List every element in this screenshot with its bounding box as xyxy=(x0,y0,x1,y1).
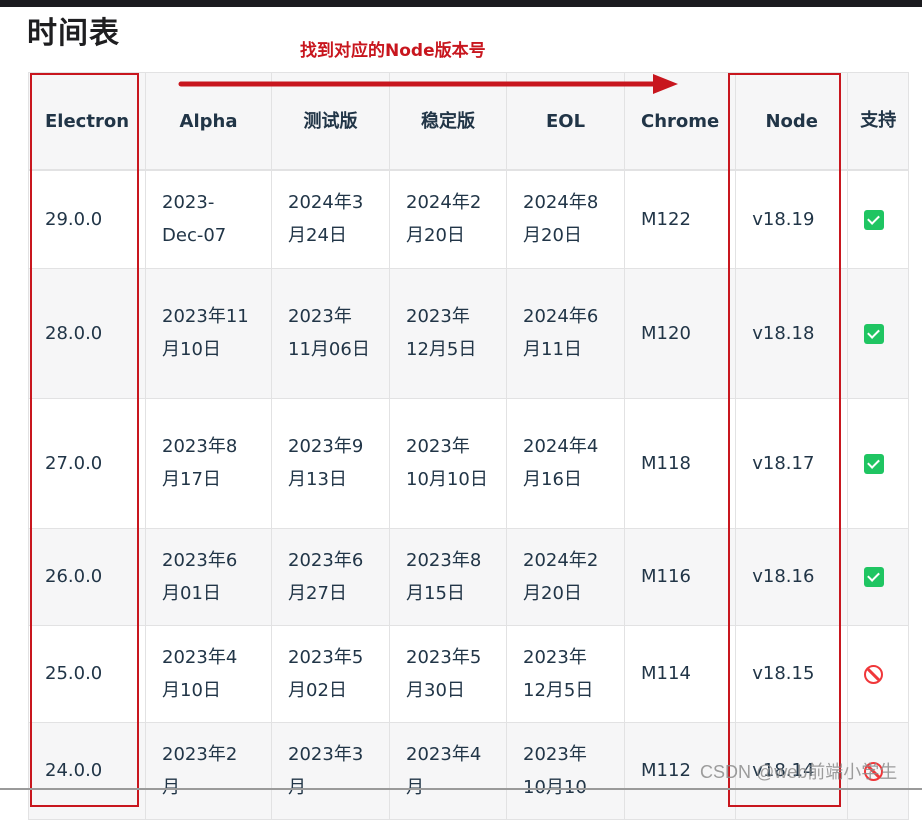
release-timeline-table: Electron Alpha 测试版 稳定版 EOL Chrome Node 支… xyxy=(27,72,910,820)
cell-eol: 2024年6月11日 xyxy=(506,267,626,399)
cell-chrome: M118 xyxy=(624,397,737,529)
cell-electron: 24.0.0 xyxy=(27,721,147,820)
cell-support xyxy=(847,397,910,529)
cell-node: v18.18 xyxy=(735,267,849,399)
cell-alpha: 2023年8月17日 xyxy=(145,397,273,529)
cell-support xyxy=(847,169,910,269)
cell-eol: 2024年8月20日 xyxy=(506,169,626,269)
cell-stable: 2023年5月30日 xyxy=(389,624,508,723)
cell-alpha: 2023-Dec-07 xyxy=(145,169,273,269)
header-node: Node xyxy=(735,72,849,171)
cell-alpha: 2023年4月10日 xyxy=(145,624,273,723)
cell-electron: 25.0.0 xyxy=(27,624,147,723)
arrow-icon xyxy=(178,74,678,94)
cell-support xyxy=(847,267,910,399)
cell-beta: 2023年3月 xyxy=(271,721,391,820)
cell-eol: 2023年12月5日 xyxy=(506,624,626,723)
browser-top-bar xyxy=(0,0,922,7)
cell-eol: 2024年2月20日 xyxy=(506,527,626,626)
table-row: 25.0.0 2023年4月10日 2023年5月02日 2023年5月30日 2023… xyxy=(27,624,910,723)
cell-electron: 28.0.0 xyxy=(27,267,147,399)
cell-node: v18.16 xyxy=(735,527,849,626)
cell-stable: 2023年4月 xyxy=(389,721,508,820)
cell-stable: 2023年12月5日 xyxy=(389,267,508,399)
page-title: 时间表 xyxy=(27,16,120,51)
cell-alpha: 2023年2月 xyxy=(145,721,273,820)
check-icon xyxy=(864,567,885,587)
cell-electron: 29.0.0 xyxy=(27,169,147,269)
check-icon xyxy=(864,209,885,230)
cell-chrome: M122 xyxy=(624,169,737,269)
cell-alpha: 2023年6月01日 xyxy=(145,527,273,626)
cell-chrome: M114 xyxy=(624,624,737,723)
cell-eol: 2024年4月16日 xyxy=(506,397,626,529)
cell-stable: 2023年10月10日 xyxy=(389,397,508,529)
forbid-icon xyxy=(864,664,884,684)
cell-eol: 2023年10月10 xyxy=(506,721,626,820)
watermark: CSDN @web前端小学生 xyxy=(700,762,898,782)
cell-electron: 27.0.0 xyxy=(27,397,147,529)
annotation-label: 找到对应的Node版本号 xyxy=(300,41,486,61)
cell-stable: 2024年2月20日 xyxy=(389,169,508,269)
cell-support xyxy=(847,527,910,626)
cell-beta: 2024年3月24日 xyxy=(271,169,391,269)
cell-node: v18.15 xyxy=(735,624,849,723)
cell-stable: 2023年8月15日 xyxy=(389,527,508,626)
cell-beta: 2023年9月13日 xyxy=(271,397,391,529)
cell-beta: 2023年11月06日 xyxy=(271,267,391,399)
cell-support xyxy=(847,624,910,723)
cell-beta: 2023年5月02日 xyxy=(271,624,391,723)
cell-beta: 2023年6月27日 xyxy=(271,527,391,626)
check-icon xyxy=(864,453,885,474)
table-row: 26.0.0 2023年6月01日 2023年6月27日 2023年8月15日 2024… xyxy=(27,527,910,626)
cell-alpha: 2023年11月10日 xyxy=(145,267,273,399)
header-electron: Electron xyxy=(27,72,147,171)
header-support: 支持 xyxy=(847,72,910,171)
table-row: 28.0.0 2023年11月10日 2023年11月06日 2023年12月5日 20… xyxy=(27,267,910,399)
table-row: 27.0.0 2023年8月17日 2023年9月13日 2023年10月10日 202… xyxy=(27,397,910,529)
cell-chrome: M116 xyxy=(624,527,737,626)
cell-node: v18.17 xyxy=(735,397,849,529)
table-row: 29.0.0 2023-Dec-07 2024年3月24日 2024年2月20日 202… xyxy=(27,169,910,269)
cell-electron: 26.0.0 xyxy=(27,527,147,626)
check-icon xyxy=(864,323,885,344)
cell-chrome: M120 xyxy=(624,267,737,399)
cell-node: v18.19 xyxy=(735,169,849,269)
